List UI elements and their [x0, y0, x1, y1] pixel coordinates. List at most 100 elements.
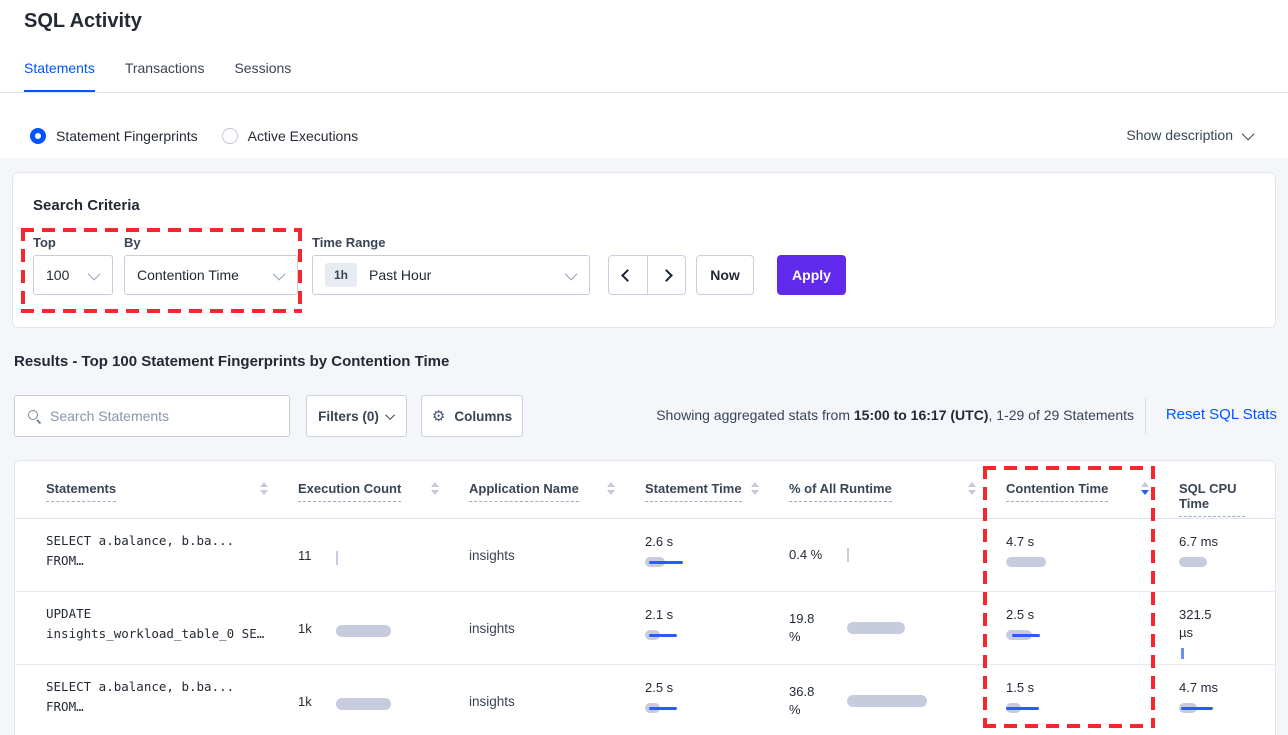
statement-time-cell: 2.6 s: [645, 519, 789, 591]
chevron-down-icon: [385, 410, 395, 420]
pct-runtime-cell: 36.8%: [789, 665, 1006, 735]
column-header-execution-count[interactable]: Execution Count: [298, 461, 469, 518]
metric-value: 4.7 ms: [1179, 679, 1218, 697]
statement-cell[interactable]: SELECT a.balance, b.ba...FROM…: [46, 665, 298, 735]
metric-value: 321.5µs: [1179, 606, 1212, 642]
time-next-button[interactable]: [648, 256, 686, 294]
radio-active-executions[interactable]: Active Executions: [222, 128, 359, 144]
metric-value: 2.6 s: [645, 533, 673, 551]
column-header-label: Statement Time: [645, 481, 742, 502]
statement-cell[interactable]: SELECT a.balance, b.ba...FROM…: [46, 519, 298, 591]
column-header-contention-time[interactable]: Contention Time: [1006, 461, 1179, 518]
statement-search-box: [14, 395, 290, 437]
sort-down-icon: [968, 490, 976, 495]
statement-cell[interactable]: UPDATEinsights_workload_table_0 SE…: [46, 592, 298, 664]
radio-statement-fingerprints[interactable]: Statement Fingerprints: [30, 128, 198, 144]
column-header-label: Contention Time: [1006, 481, 1108, 502]
sort-down-icon: [431, 490, 439, 495]
metric-value: 0.4 %: [789, 546, 847, 564]
apply-button[interactable]: Apply: [777, 255, 846, 295]
statement-time-cell: 2.5 s: [645, 665, 789, 735]
statement-line: FROM…: [46, 697, 84, 717]
column-header-application-name[interactable]: Application Name: [469, 461, 645, 518]
pct-runtime-cell: 19.8%: [789, 592, 1006, 664]
columns-label: Columns: [454, 409, 512, 424]
radio-unselected-icon[interactable]: [222, 128, 238, 144]
sort-caret-icon[interactable]: [968, 482, 976, 495]
by-label: By: [124, 235, 141, 250]
bar-gray-segment: [1006, 557, 1046, 567]
results-heading: Results - Top 100 Statement Fingerprints…: [14, 353, 449, 370]
bar-gray-segment: [336, 698, 391, 710]
statement-line: SELECT a.balance, b.ba...: [46, 531, 234, 551]
execution-count-cell: 1k: [298, 665, 469, 735]
statement-time-cell: 2.1 s: [645, 592, 789, 664]
bar-tick: [847, 548, 849, 562]
columns-button[interactable]: ⚙ Columns: [421, 395, 523, 437]
sort-up-icon: [431, 482, 439, 487]
bar-chart: [1179, 556, 1276, 568]
table-row[interactable]: SELECT a.balance, b.ba...FROM…1kinsights…: [15, 665, 1275, 735]
bar-blue-line: [1006, 707, 1039, 710]
sql-cpu-time-cell: 4.7 ms: [1179, 665, 1276, 735]
tab-bar: Statements Transactions Sessions: [24, 60, 291, 93]
application-name-cell: insights: [469, 519, 645, 591]
metric-value-line: 19.8: [789, 610, 847, 628]
bar-blue-line: [649, 634, 677, 637]
sort-caret-icon[interactable]: [751, 482, 759, 495]
sort-down-icon: [607, 490, 615, 495]
sort-down-icon: [1141, 490, 1149, 495]
bar-chart: [645, 702, 755, 714]
contention-time-cell: 1.5 s: [1006, 665, 1179, 735]
reset-sql-stats-link[interactable]: Reset SQL Stats: [1166, 406, 1277, 423]
sort-caret-icon[interactable]: [431, 482, 439, 495]
sort-up-icon: [751, 482, 759, 487]
column-header-sql-cpu-time[interactable]: SQL CPU Time: [1179, 461, 1275, 518]
bar-tick: [336, 551, 338, 565]
search-input[interactable]: [50, 408, 277, 424]
sort-caret-icon[interactable]: [607, 482, 615, 495]
chevron-left-icon: [621, 269, 634, 282]
table-body: SELECT a.balance, b.ba...FROM…11insights…: [15, 519, 1275, 735]
tab-transactions[interactable]: Transactions: [125, 60, 205, 93]
aggregated-stats-text: Showing aggregated stats from 15:00 to 1…: [656, 407, 1134, 423]
column-header-statement-time[interactable]: Statement Time: [645, 461, 789, 518]
sql-cpu-time-cell: 6.7 ms: [1179, 519, 1276, 591]
bar-gray-segment: [847, 695, 927, 707]
time-range-select[interactable]: 1h Past Hour: [312, 255, 590, 295]
bar-chart: [847, 695, 957, 707]
metric-value: 2.5 s: [645, 679, 673, 697]
bar-chart: [336, 698, 446, 710]
sort-caret-icon[interactable]: [260, 482, 268, 495]
bar-chart: [1006, 556, 1116, 568]
bar-chart: [1179, 702, 1276, 714]
table-row[interactable]: UPDATEinsights_workload_table_0 SE…1kins…: [15, 592, 1275, 665]
table-row[interactable]: SELECT a.balance, b.ba...FROM…11insights…: [15, 519, 1275, 592]
now-button[interactable]: Now: [696, 255, 754, 295]
top-select-value: 100: [46, 267, 69, 283]
metric-value-line: 321.5: [1179, 606, 1212, 624]
show-description-toggle[interactable]: Show description: [1126, 127, 1254, 143]
contention-time-cell: 4.7 s: [1006, 519, 1179, 591]
column-header--of-all-runtime[interactable]: % of All Runtime: [789, 461, 1006, 518]
bar-gray-segment: [847, 622, 905, 634]
tab-sessions[interactable]: Sessions: [234, 60, 291, 93]
metric-value-line: 1.5 s: [1006, 679, 1034, 697]
filters-button[interactable]: Filters (0): [306, 395, 407, 437]
radio-label: Statement Fingerprints: [56, 128, 198, 144]
by-select[interactable]: Contention Time: [124, 255, 298, 295]
column-header-statements[interactable]: Statements: [46, 461, 298, 518]
tab-statements[interactable]: Statements: [24, 60, 95, 93]
bar-chart: [645, 629, 755, 641]
bar-tick: [1181, 648, 1184, 659]
sort-caret-icon[interactable]: [1141, 482, 1149, 495]
column-header-label: Statements: [46, 481, 116, 502]
radio-selected-icon[interactable]: [30, 128, 46, 144]
bar-gray-segment: [336, 625, 391, 637]
top-select[interactable]: 100: [33, 255, 113, 295]
metric-value: 4.7 s: [1006, 533, 1034, 551]
time-prev-button[interactable]: [609, 256, 648, 294]
metric-value: 2.1 s: [645, 606, 673, 624]
tabs-divider: [0, 92, 1288, 93]
statement-line: insights_workload_table_0 SE…: [46, 624, 264, 644]
